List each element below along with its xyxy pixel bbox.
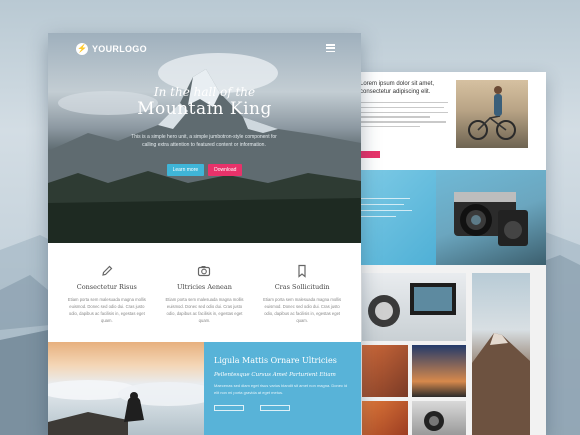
sunset-image: [412, 345, 466, 397]
panel-button-left[interactable]: [214, 405, 244, 411]
panel-subtitle: Pellentesque Cursus Amet Parturient Etia…: [214, 372, 336, 378]
desk-image: [362, 273, 466, 341]
feature-item: Cras Sollicitudin Etiam porta sem malesu…: [261, 243, 343, 342]
bolt-icon: ⚡: [76, 43, 88, 55]
hero-buttons: Learn more Download: [48, 164, 361, 176]
feature-body: Etiam porta sem malesuada magna mollis e…: [67, 297, 146, 323]
camera-row: [352, 170, 546, 265]
feature-title: Consectetur Risus: [76, 283, 137, 291]
secondary-title: Lorem ipsum dolor sit amet, consectetur …: [360, 81, 435, 95]
volcano-image: [472, 273, 530, 435]
feature-body: Etiam porta sem malesuada magna mollis e…: [165, 297, 244, 323]
hero-subtitle: In the hall of the: [153, 85, 256, 99]
photo-grid: [352, 265, 546, 435]
camera-image: [436, 170, 546, 265]
bookmark-icon: [261, 264, 343, 278]
pencil-icon: [66, 264, 148, 278]
panel-buttons: [214, 405, 351, 411]
panel-body: Maecenas sed diam eget risus varius blan…: [214, 383, 348, 395]
main-page-mockup: ⚡ YOURLOGO In the hall of the Mountain K…: [48, 33, 361, 435]
panel-title: Ligula Mattis Ornare Ultricies: [214, 356, 337, 365]
vintage-camera-image: [412, 401, 466, 435]
hamburger-menu-icon[interactable]: [326, 44, 335, 52]
hero-title: Mountain King: [137, 99, 272, 119]
secondary-page-mockup: Lorem ipsum dolor sit amet, consectetur …: [352, 72, 546, 435]
camera-caption-panel: [352, 170, 436, 265]
logo[interactable]: ⚡ YOURLOGO: [76, 43, 147, 55]
cyclist-image: [456, 80, 528, 148]
hero-body: This is a simple hero unit, a simple jum…: [131, 134, 277, 148]
download-button[interactable]: Download: [208, 164, 243, 176]
feature-title: Ultricies Aenean: [177, 283, 232, 291]
feature-title: Cras Sollicitudin: [274, 283, 330, 291]
feature-item: Consectetur Risus Etiam porta sem malesu…: [66, 243, 148, 342]
features-section: Consectetur Risus Etiam porta sem malesu…: [48, 243, 361, 342]
feature-body: Etiam porta sem malesuada magna mollis e…: [263, 297, 342, 323]
panel-button-right[interactable]: [260, 405, 290, 411]
secondary-body-lines: [360, 102, 450, 128]
bottom-section: Ligula Mattis Ornare Ultricies Pellentes…: [48, 342, 361, 435]
secondary-cta-button[interactable]: [360, 151, 380, 158]
camera-icon: [163, 264, 245, 278]
clouds-image: [48, 342, 204, 435]
secondary-intro: Lorem ipsum dolor sit amet, consectetur …: [360, 80, 450, 131]
logo-text: YOURLOGO: [92, 44, 147, 54]
learn-more-button[interactable]: Learn more: [166, 164, 205, 176]
feature-item: Ultricies Aenean Etiam porta sem malesua…: [163, 243, 245, 342]
hero-section: ⚡ YOURLOGO In the hall of the Mountain K…: [48, 33, 361, 243]
gold-bridge-image: [362, 401, 408, 435]
feature-panel: Ligula Mattis Ornare Ultricies Pellentes…: [204, 342, 361, 435]
bridge-image: [362, 345, 408, 397]
